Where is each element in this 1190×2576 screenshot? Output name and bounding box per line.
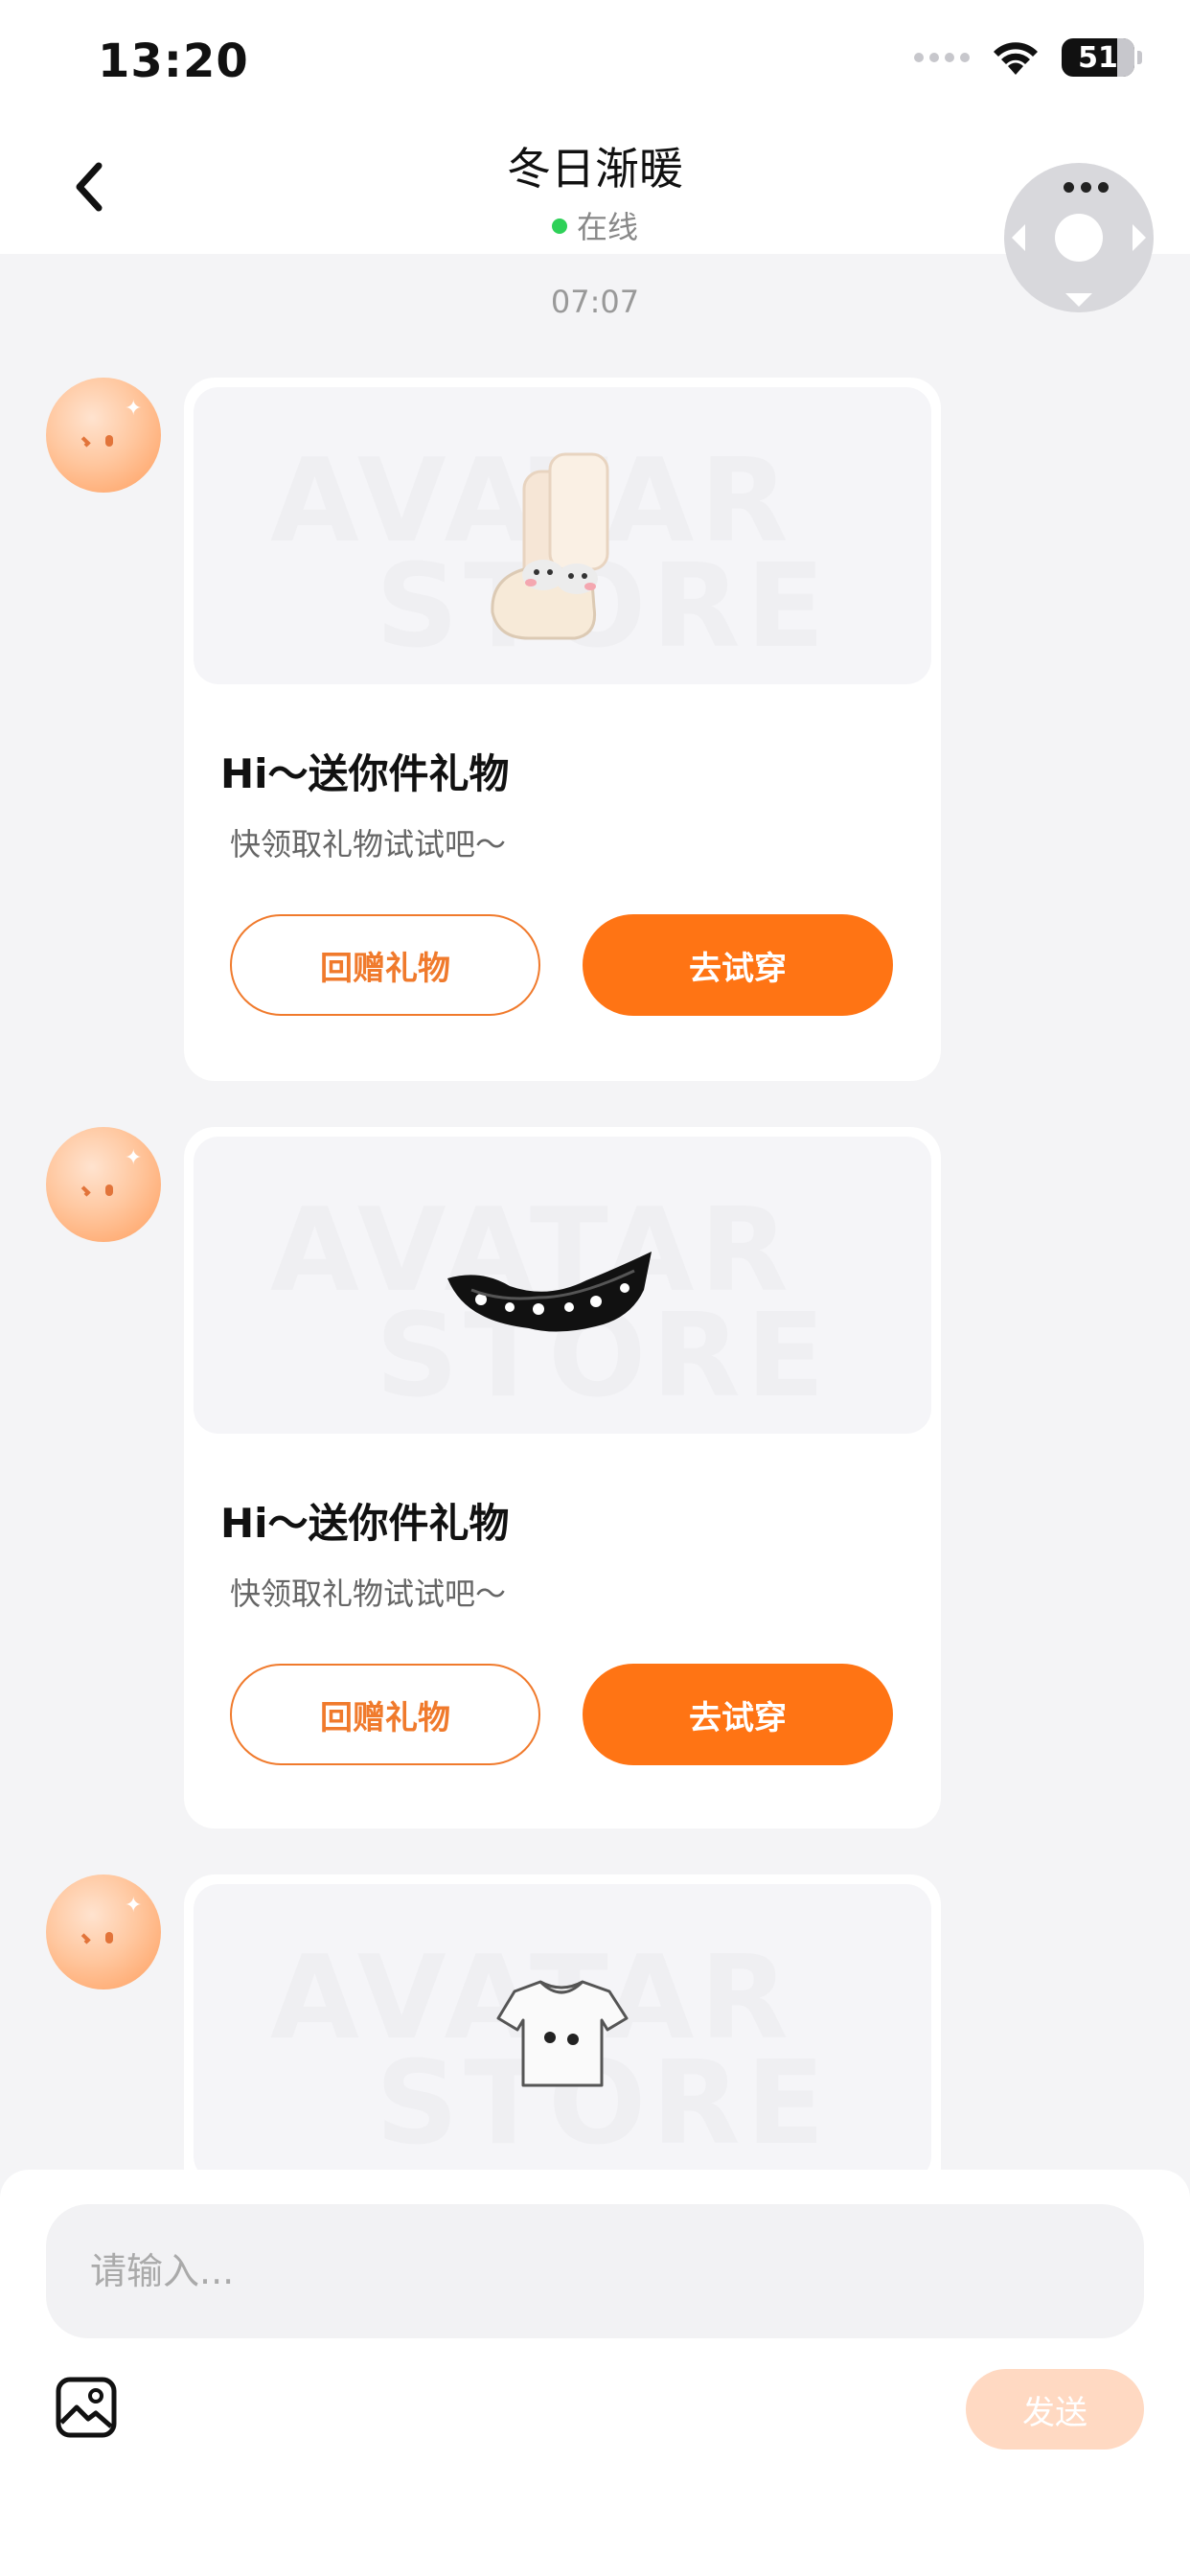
message-composer: 发送 <box>0 2170 1190 2576</box>
try-on-button[interactable]: 去试穿 <box>583 914 893 1016</box>
avatar[interactable]: ✦ <box>46 378 161 493</box>
socks-icon <box>491 452 609 640</box>
arrow-right-icon <box>1133 224 1146 251</box>
avatar[interactable]: ✦ <box>46 1874 161 1990</box>
joystick-center <box>1055 214 1103 262</box>
return-gift-button[interactable]: 回赠礼物 <box>230 914 540 1016</box>
more-icon <box>1064 182 1109 193</box>
message-input[interactable] <box>46 2204 1144 2338</box>
try-on-button[interactable]: 去试穿 <box>583 1664 893 1765</box>
status-time: 13:20 <box>98 34 249 88</box>
avatar[interactable]: ✦ <box>46 1127 161 1242</box>
status-bar: 13:20 51 <box>0 0 1190 125</box>
image-picker-icon[interactable] <box>54 2375 119 2440</box>
status-icons: 51 <box>914 38 1142 77</box>
chat-screen: 13:20 51 冬日渐暖 在线 07:07 ✦ STORE Hi～送你件礼物 … <box>0 0 1190 2576</box>
return-gift-button[interactable]: 回赠礼物 <box>230 1664 540 1765</box>
wifi-icon <box>994 42 1038 75</box>
battery-icon: 51 <box>1062 38 1142 77</box>
gift-subtitle: 快领取礼物试试吧～ <box>230 1576 507 1612</box>
gift-subtitle: 快领取礼物试试吧～ <box>230 826 507 862</box>
gift-preview[interactable]: AVATAR STORE <box>194 1884 931 2181</box>
battery-level: 51 <box>1078 40 1118 75</box>
online-status-text: 在线 <box>576 209 638 245</box>
gift-preview[interactable]: AVATAR STORE <box>194 387 931 684</box>
tshirt-icon <box>496 1980 629 2087</box>
gift-card: AVATAR STORE Hi～送你件礼物 快领取礼物试试吧～ 回赠礼物 <box>184 378 941 1081</box>
cellular-signal-icon <box>914 53 970 62</box>
chat-timestamp: 07:07 <box>550 284 640 320</box>
arrow-left-icon <box>1012 224 1025 251</box>
contact-name: 冬日渐暖 <box>507 143 683 195</box>
online-dot-icon <box>551 218 567 234</box>
gift-title: Hi～送你件礼物 <box>220 1500 510 1547</box>
gift-preview[interactable]: AVATAR STORE <box>194 1137 931 1434</box>
send-button[interactable]: 发送 <box>966 2369 1144 2450</box>
gift-title: Hi～送你件礼物 <box>220 750 510 797</box>
gift-card: AVATAR STORE Hi～送你件礼物 快领取礼物试试吧～ 回赠礼物 去试穿 <box>184 1127 941 1828</box>
lace-mask-icon <box>447 1252 652 1332</box>
